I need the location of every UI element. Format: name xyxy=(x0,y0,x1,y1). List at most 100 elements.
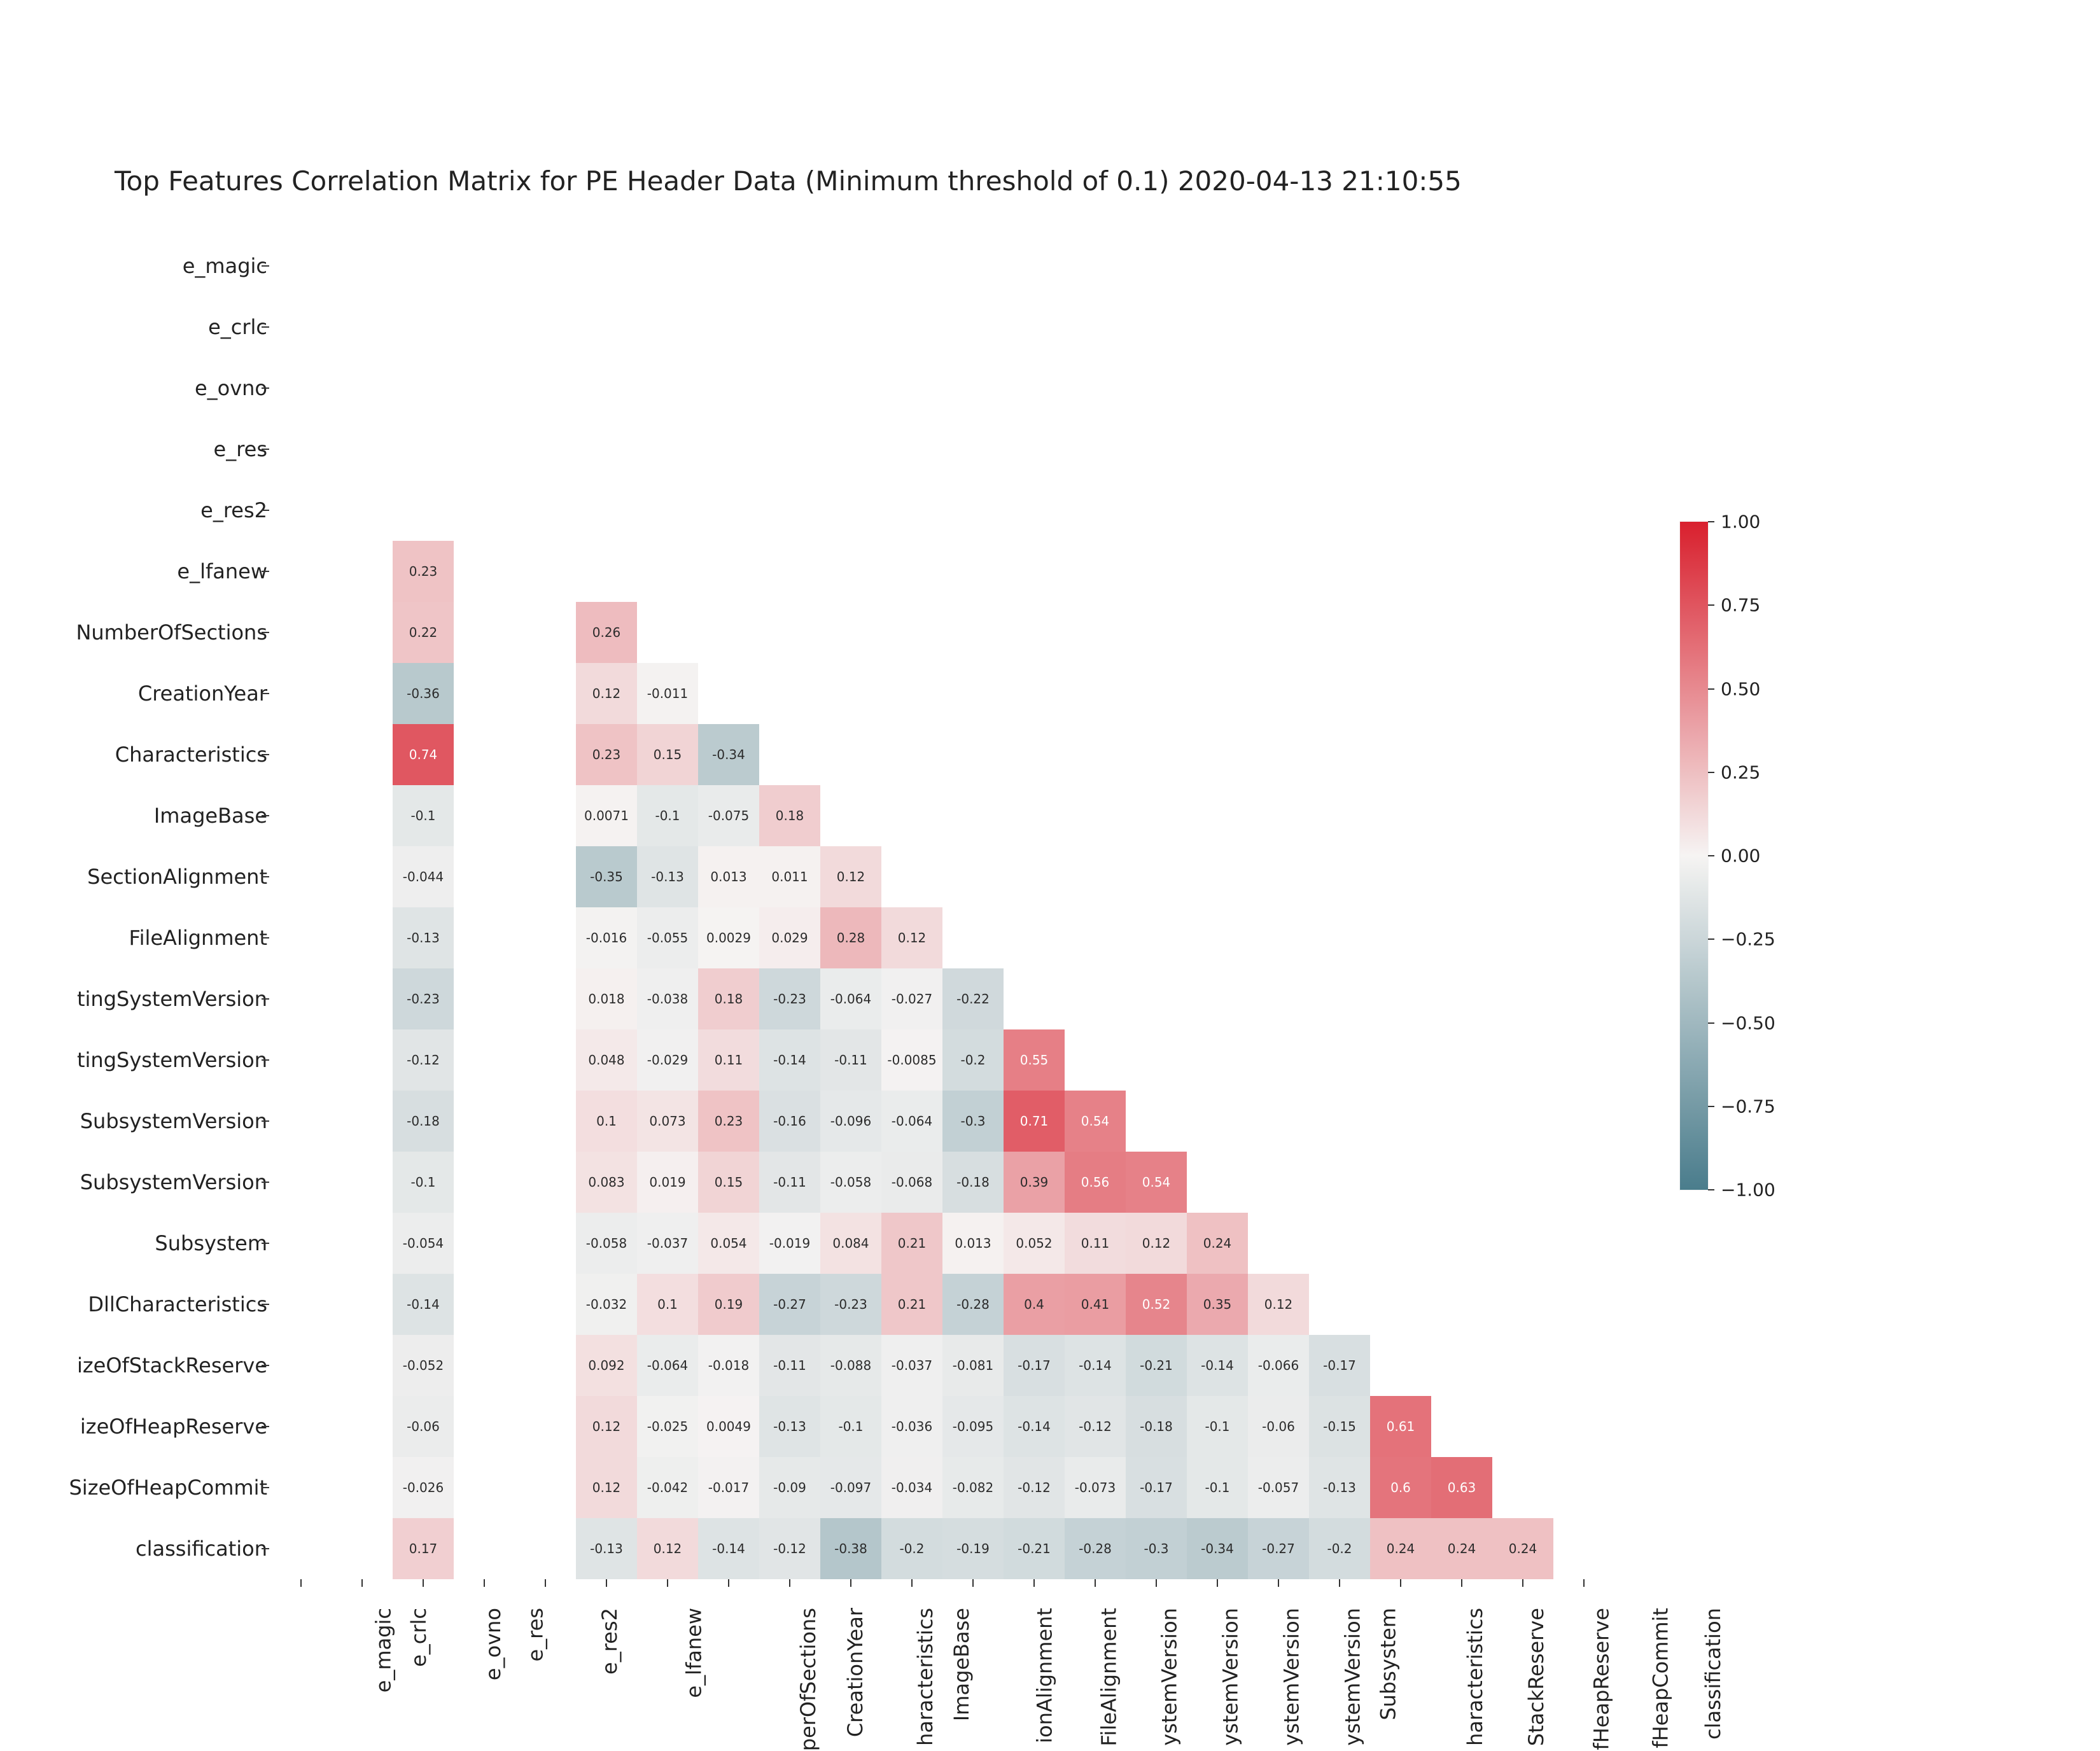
x-tick xyxy=(361,1579,363,1587)
cell-value: -0.0085 xyxy=(881,1052,942,1068)
cell-value: 0.18 xyxy=(759,808,820,823)
heatmap-cell: -0.35 xyxy=(576,846,637,907)
heatmap-cell: 0.073 xyxy=(637,1091,698,1152)
heatmap-cell: -0.13 xyxy=(637,846,698,907)
y-tick xyxy=(262,693,269,694)
x-tick xyxy=(850,1579,851,1587)
cell-value: 0.24 xyxy=(1431,1541,1492,1556)
cell-value: -0.2 xyxy=(1309,1541,1370,1556)
cell-value: -0.16 xyxy=(759,1113,820,1129)
cell-value: -0.17 xyxy=(1309,1358,1370,1373)
cell-value: 0.55 xyxy=(1004,1052,1065,1068)
cell-value: -0.12 xyxy=(759,1541,820,1556)
heatmap-cell: -0.14 xyxy=(1187,1335,1248,1396)
heatmap-cell: -0.073 xyxy=(1065,1457,1126,1518)
heatmap-cell: -0.14 xyxy=(698,1518,759,1579)
heatmap-cell: -0.3 xyxy=(942,1091,1004,1152)
x-tick-label: ystemVersion xyxy=(1158,1608,1182,1746)
x-tick-label: haracteristics xyxy=(1463,1608,1487,1746)
cell-value: -0.28 xyxy=(1065,1541,1126,1556)
cell-value: -0.13 xyxy=(576,1541,637,1556)
cell-value: -0.18 xyxy=(942,1175,1004,1190)
heatmap-cell: -0.037 xyxy=(637,1213,698,1274)
cell-value: 0.39 xyxy=(1004,1175,1065,1190)
cell-value: -0.064 xyxy=(820,991,881,1007)
y-tick xyxy=(262,1487,269,1488)
heatmap-cell: 0.22 xyxy=(393,602,454,663)
cell-value: 0.54 xyxy=(1126,1175,1187,1190)
x-tick xyxy=(1522,1579,1523,1587)
heatmap-cell: -0.066 xyxy=(1248,1335,1309,1396)
cell-value: -0.13 xyxy=(393,930,454,945)
y-tick-label: tingSystemVersion xyxy=(77,1048,267,1072)
cell-value: -0.064 xyxy=(637,1358,698,1373)
y-tick xyxy=(262,1365,269,1366)
heatmap-cell: 0.21 xyxy=(881,1274,942,1335)
y-tick-label: e_res xyxy=(214,437,268,461)
x-tick-label: perOfSections xyxy=(796,1608,820,1751)
x-tick-label: e_lfanew xyxy=(682,1608,706,1698)
heatmap-cell: 0.11 xyxy=(698,1029,759,1091)
cell-value: 0.21 xyxy=(881,1297,942,1312)
cell-value: 0.41 xyxy=(1065,1297,1126,1312)
cell-value: -0.17 xyxy=(1126,1480,1187,1495)
cell-value: -0.06 xyxy=(393,1419,454,1434)
colorbar-tick-label: −1.00 xyxy=(1721,1180,1775,1201)
cell-value: -0.36 xyxy=(393,686,454,701)
y-axis-labels: e_magice_crlce_ovnoe_rese_res2e_lfanewNu… xyxy=(0,235,267,1579)
heatmap-cell: -0.011 xyxy=(637,663,698,724)
cell-value: -0.14 xyxy=(393,1297,454,1312)
y-tick-label: SectionAlignment xyxy=(87,865,267,889)
cell-value: -0.12 xyxy=(393,1052,454,1068)
heatmap-cell: -0.17 xyxy=(1126,1457,1187,1518)
cell-value: 0.12 xyxy=(820,869,881,884)
heatmap-cell: 0.21 xyxy=(881,1213,942,1274)
heatmap-cell: -0.12 xyxy=(393,1029,454,1091)
cell-value: 0.21 xyxy=(881,1236,942,1251)
cell-value: -0.052 xyxy=(393,1358,454,1373)
colorbar-tick xyxy=(1708,855,1714,856)
heatmap-cell: -0.14 xyxy=(393,1274,454,1335)
cell-value: 0.15 xyxy=(637,747,698,762)
heatmap-cell: -0.21 xyxy=(1004,1518,1065,1579)
x-tick xyxy=(972,1579,974,1587)
cell-value: 0.56 xyxy=(1065,1175,1126,1190)
heatmap-cell: -0.23 xyxy=(759,968,820,1029)
cell-value: -0.042 xyxy=(637,1480,698,1495)
cell-value: 0.0029 xyxy=(698,930,759,945)
x-tick xyxy=(911,1579,913,1587)
cell-value: -0.081 xyxy=(942,1358,1004,1373)
cell-value: -0.13 xyxy=(759,1419,820,1434)
cell-value: 0.35 xyxy=(1187,1297,1248,1312)
cell-value: -0.055 xyxy=(637,930,698,945)
cell-value: -0.2 xyxy=(942,1052,1004,1068)
colorbar: −1.00−0.75−0.50−0.250.000.250.500.751.00 xyxy=(1680,522,1708,1190)
cell-value: -0.14 xyxy=(1187,1358,1248,1373)
x-tick xyxy=(789,1579,790,1587)
heatmap-cell: 0.029 xyxy=(759,907,820,968)
cell-value: -0.12 xyxy=(1004,1480,1065,1495)
cell-value: -0.21 xyxy=(1004,1541,1065,1556)
heatmap-cell: -0.15 xyxy=(1309,1396,1370,1457)
cell-value: 0.12 xyxy=(881,930,942,945)
cell-value: 0.013 xyxy=(942,1236,1004,1251)
heatmap-cell: 0.18 xyxy=(698,968,759,1029)
heatmap-cell: 0.56 xyxy=(1065,1152,1126,1213)
heatmap-cell: -0.096 xyxy=(820,1091,881,1152)
y-tick xyxy=(262,449,269,450)
cell-value: -0.34 xyxy=(698,747,759,762)
heatmap-cell: 0.17 xyxy=(393,1518,454,1579)
cell-value: 0.24 xyxy=(1187,1236,1248,1251)
heatmap-cell: -0.18 xyxy=(393,1091,454,1152)
x-tick xyxy=(1156,1579,1157,1587)
heatmap-cell: -0.025 xyxy=(637,1396,698,1457)
cell-value: 0.52 xyxy=(1126,1297,1187,1312)
cell-value: -0.15 xyxy=(1309,1419,1370,1434)
heatmap-cell: 0.092 xyxy=(576,1335,637,1396)
heatmap-cell: -0.064 xyxy=(881,1091,942,1152)
cell-value: 0.054 xyxy=(698,1236,759,1251)
heatmap-cell: -0.28 xyxy=(1065,1518,1126,1579)
cell-value: 0.23 xyxy=(576,747,637,762)
cell-value: -0.13 xyxy=(637,869,698,884)
x-tick-label: ImageBase xyxy=(949,1608,974,1721)
